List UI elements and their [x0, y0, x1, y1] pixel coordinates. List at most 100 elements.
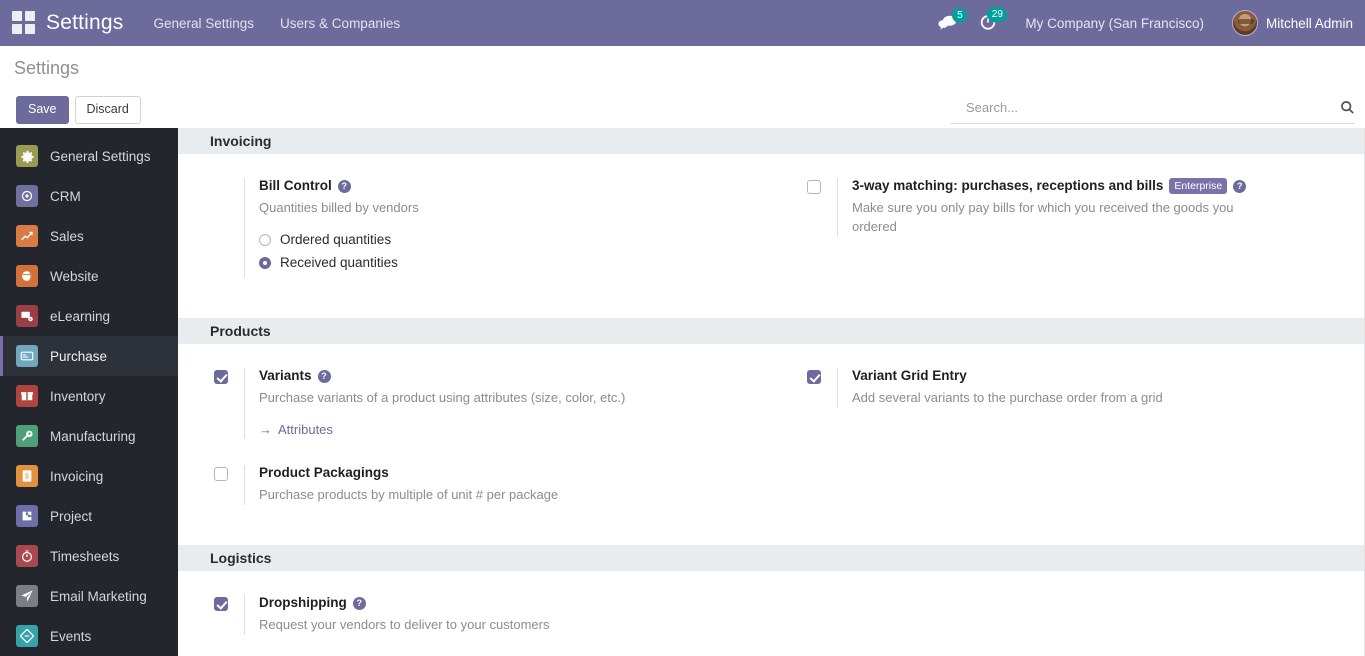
sidebar-item-label: Email Marketing — [50, 588, 147, 604]
setting-control-slot — [807, 368, 837, 385]
radio-input[interactable] — [259, 256, 271, 269]
sidebar-item-label: Timesheets — [50, 548, 120, 564]
help-icon[interactable]: ? — [337, 179, 351, 193]
settings-content: Invoicing Bill Control ? Quantities bill… — [178, 128, 1365, 656]
setting-description: Request your vendors to deliver to your … — [259, 617, 550, 633]
sidebar-item-project[interactable]: Project — [0, 496, 178, 536]
radio-received-quantities[interactable]: Received quantities — [259, 255, 751, 270]
setting-dropshipping: Dropshipping ? Request your vendors to d… — [178, 595, 771, 636]
avatar — [1231, 10, 1258, 36]
section-header-products: Products — [178, 318, 1364, 345]
dropshipping-checkbox[interactable] — [214, 597, 228, 612]
setting-title: Product Packagings — [259, 465, 389, 481]
setting-text: Variants ? Purchase variants of a produc… — [244, 368, 751, 440]
sidebar-item-website[interactable]: Website — [0, 256, 178, 296]
setting-text: Bill Control ? Quantities billed by vend… — [244, 178, 751, 279]
setting-control-slot — [214, 595, 244, 612]
radio-input[interactable] — [259, 233, 271, 246]
sidebar-item-sales[interactable]: Sales — [0, 216, 178, 256]
project-puzzle-icon — [16, 505, 38, 527]
sidebar-item-events[interactable]: Events — [0, 616, 178, 656]
product-packagings-checkbox[interactable] — [214, 467, 228, 482]
attributes-link[interactable]: → Attributes — [259, 422, 333, 437]
setting-description: Purchase products by multiple of unit # … — [259, 487, 559, 503]
website-globe-icon — [16, 265, 38, 287]
sidebar-item-label: eLearning — [50, 308, 111, 324]
setting-title-row: Dropshipping ? — [259, 595, 751, 611]
sidebar-item-email-marketing[interactable]: Email Marketing — [0, 576, 178, 616]
radio-label: Ordered quantities — [280, 232, 392, 248]
section-body-invoicing: Bill Control ? Quantities billed by vend… — [178, 154, 1364, 318]
sidebar-item-label: CRM — [50, 188, 81, 204]
help-icon[interactable]: ? — [352, 596, 366, 610]
inventory-box-icon — [16, 385, 38, 407]
apps-grid-cell — [12, 11, 22, 21]
setting-control-slot — [214, 465, 244, 482]
search-input[interactable] — [950, 100, 1340, 119]
setting-control-slot — [214, 178, 244, 180]
nav-item-general-settings[interactable]: General Settings — [153, 16, 254, 31]
three-way-matching-checkbox[interactable] — [807, 180, 821, 194]
search-view — [950, 96, 1355, 124]
gear-icon — [16, 145, 38, 167]
apps-grid-cell — [25, 11, 35, 21]
save-button[interactable]: Save — [16, 96, 69, 124]
variant-grid-entry-checkbox[interactable] — [807, 370, 821, 385]
setting-title: Bill Control — [259, 178, 332, 193]
help-icon[interactable]: ? — [1233, 179, 1247, 193]
variants-checkbox[interactable] — [214, 370, 228, 385]
company-switcher[interactable]: My Company (San Francisco) — [1025, 16, 1204, 31]
user-menu[interactable]: Mitchell Admin — [1231, 10, 1353, 36]
help-icon[interactable]: ? — [317, 369, 331, 383]
sidebar-item-manufacturing[interactable]: Manufacturing — [0, 416, 178, 456]
sidebar-item-purchase[interactable]: Purchase — [0, 336, 178, 376]
messages-icon[interactable]: 5 — [938, 8, 968, 31]
sidebar-item-label: Invoicing — [50, 468, 104, 484]
setting-title: Dropshipping — [259, 595, 347, 611]
enterprise-badge: Enterprise — [1169, 178, 1228, 194]
page-body: General Settings CRM Sales Website eLear… — [0, 128, 1365, 656]
action-buttons: Save Discard — [16, 96, 141, 124]
setting-description: Add several variants to the purchase ord… — [852, 390, 1163, 406]
setting-three-way-matching: 3-way matching: purchases, receptions an… — [771, 178, 1364, 278]
timesheets-timer-icon — [16, 545, 38, 567]
svg-text:$: $ — [25, 474, 29, 481]
settings-sidebar: General Settings CRM Sales Website eLear… — [0, 128, 178, 656]
sidebar-item-crm[interactable]: CRM — [0, 176, 178, 216]
apps-grid-cell — [12, 24, 22, 34]
sidebar-item-label: Events — [50, 628, 92, 644]
section-body-products: Variants ? Purchase variants of a produc… — [178, 344, 1364, 545]
manufacturing-wrench-icon — [16, 425, 38, 447]
radio-ordered-quantities[interactable]: Ordered quantities — [259, 232, 751, 247]
discard-button[interactable]: Discard — [74, 96, 141, 124]
section-body-logistics: Dropshipping ? Request your vendors to d… — [178, 571, 1364, 656]
setting-description: Quantities billed by vendors — [259, 200, 419, 216]
sidebar-item-inventory[interactable]: Inventory — [0, 376, 178, 416]
breadcrumb[interactable]: Settings — [14, 58, 79, 79]
arrow-right-icon: → — [259, 422, 272, 438]
setting-title: 3-way matching: purchases, receptions an… — [852, 178, 1164, 193]
setting-title: Variant Grid Entry — [852, 368, 967, 384]
bill-control-radio-group: Ordered quantities Received quantities — [259, 232, 751, 270]
sidebar-item-general-settings[interactable]: General Settings — [0, 136, 178, 176]
events-ticket-icon — [16, 625, 38, 647]
activity-clock-icon[interactable]: 29 — [979, 7, 1008, 32]
setting-bill-control: Bill Control ? Quantities billed by vend… — [178, 178, 771, 279]
nav-item-users-companies[interactable]: Users & Companies — [280, 16, 400, 31]
invoicing-doc-icon: $ — [16, 465, 38, 487]
messages-badge: 5 — [952, 8, 968, 23]
setting-text: Dropshipping ? Request your vendors to d… — [244, 595, 751, 636]
search-icon[interactable] — [1340, 100, 1355, 119]
setting-title-row: Variant Grid Entry — [852, 368, 1344, 384]
setting-control-slot — [807, 178, 837, 194]
sidebar-item-invoicing[interactable]: $ Invoicing — [0, 456, 178, 496]
app-brand-title[interactable]: Settings — [46, 11, 123, 35]
apps-grid-icon[interactable] — [12, 11, 36, 35]
attributes-link-label: Attributes — [278, 422, 333, 438]
section-header-logistics: Logistics — [178, 545, 1364, 572]
sidebar-item-elearning[interactable]: eLearning — [0, 296, 178, 336]
email-marketing-plane-icon — [16, 585, 38, 607]
setting-control-slot — [214, 368, 244, 385]
sidebar-item-timesheets[interactable]: Timesheets — [0, 536, 178, 576]
sidebar-item-label: Purchase — [50, 348, 108, 364]
